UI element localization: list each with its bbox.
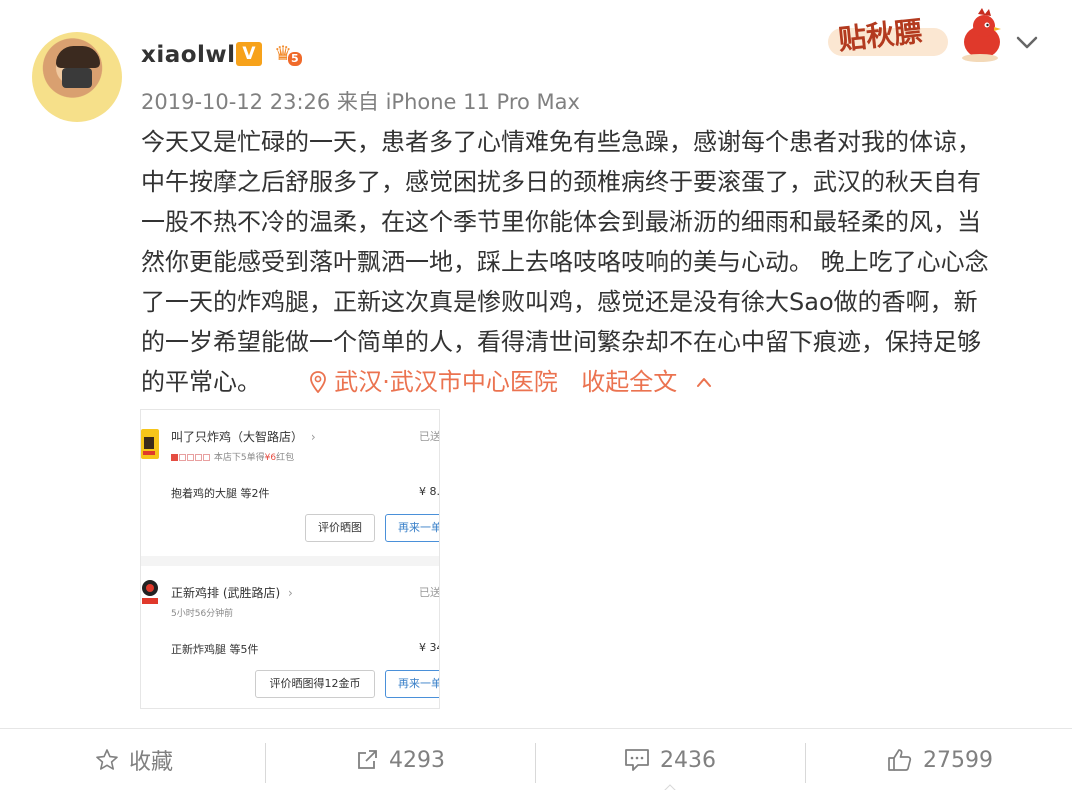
shop-name-text: 正新鸡排 (武胜路店) (171, 586, 281, 600)
content-line: 的一岁希望能做一个简单的人，看得清世间繁杂却不在心中留下痕迹，保持足够 (141, 328, 981, 356)
share-icon (358, 750, 377, 769)
avatar-hair (56, 46, 100, 68)
rooster-icon (962, 8, 1001, 62)
content-line: 然你更能感受到落叶飘洒一地，踩上去咯吱咯吱响的美与心动。 晚上吃了心心念 (141, 248, 989, 276)
content-line: 了一天的炸鸡腿，正新这次真是惨败叫鸡，感觉还是没有徐大Sao做的香啊，新 (141, 288, 978, 316)
promo-tail: 红包 (276, 453, 295, 463)
order-price: ¥ 34 (419, 641, 439, 654)
promo-text: 本店下5单得 (213, 453, 265, 463)
shop-promo: 本店下5单得¥6红包 (171, 450, 294, 464)
avatar-camera (62, 68, 92, 88)
location-pin-icon (310, 371, 327, 393)
content-line: 中午按摩之后舒服多了，感觉困扰多日的颈椎病终于要滚蛋了，武汉的秋天自有 (141, 168, 981, 196)
avatar[interactable] (32, 32, 122, 122)
content-line-end: 的平常心。 (141, 368, 261, 396)
post-image[interactable]: 叫了只炸鸡（大智路店） › 已送 本店下5单得¥6红包 抱着鸡的大腿 等2件 ¥… (140, 409, 440, 709)
order-status: 已送 (419, 586, 440, 599)
like-button[interactable]: 27599 (806, 729, 1072, 790)
card-divider (141, 556, 439, 566)
post-content: 今天又是忙碌的一天，患者多了心情难免有些急躁，感谢每个患者对我的体谅， 中午按摩… (141, 122, 1041, 402)
order-items: 抱着鸡的大腿 等2件 (171, 487, 270, 500)
vip-badge[interactable]: V (236, 42, 262, 66)
content-last-line: 的平常心。 武汉·武汉市中心医院 收起全文 (141, 362, 1041, 402)
shop-logo-icon (142, 580, 158, 604)
order-status: 已送 (419, 430, 440, 443)
post-meta: 2019-10-12 23:26 来自 iPhone 11 Pro Max (141, 90, 580, 114)
shop-name[interactable]: 正新鸡排 (武胜路店) › (171, 584, 293, 601)
favorite-label: 收藏 (128, 750, 173, 775)
comment-count: 2436 (660, 747, 716, 773)
promo-amount: ¥6 (264, 453, 277, 463)
rating-dots (171, 454, 211, 464)
collapse-link[interactable]: 收起全文 (581, 368, 677, 396)
location-link[interactable]: 武汉·武汉市中心医院 (334, 368, 558, 396)
repost-count: 4293 (389, 747, 445, 773)
username[interactable]: xiaolwl (141, 42, 236, 68)
favorite-button[interactable]: 收藏 (0, 729, 268, 790)
reorder-button: 再来一单 (385, 670, 439, 698)
action-bar: 收藏 4293 2436 27599 (0, 728, 1072, 790)
comment-button[interactable]: 2436 (536, 729, 804, 790)
repost-button[interactable]: 4293 (266, 729, 534, 790)
chevron-up-icon[interactable] (695, 375, 713, 389)
reorder-button: 再来一单 (385, 514, 439, 542)
shop-logo-icon (141, 429, 159, 459)
chevron-right-icon: › (288, 586, 293, 600)
shop-name[interactable]: 叫了只炸鸡（大智路店） › (171, 428, 316, 445)
thumbs-up-icon (888, 749, 912, 771)
caret-up-icon (664, 784, 676, 790)
decor-stamp: 贴秋膘 (828, 4, 1008, 68)
review-button: 评价晒图得12金币 (255, 670, 375, 698)
comment-icon (625, 749, 649, 771)
order-card: 正新鸡排 (武胜路店) › 已送 5小时56分钟前 正新炸鸡腿 等5件 ¥ 34… (141, 566, 440, 708)
weibo-post: xiaolwl V ♛ 5 2019-10-12 23:26 来自 iPhone… (0, 0, 1072, 790)
order-items: 正新炸鸡腿 等5件 (171, 643, 259, 656)
star-icon (96, 749, 118, 770)
content-line: 一股不热不冷的温柔，在这个季节里你能体会到最淅沥的细雨和最轻柔的风，当 (141, 208, 981, 236)
level-number: 5 (288, 52, 302, 66)
shop-name-text: 叫了只炸鸡（大智路店） (171, 430, 304, 444)
like-count: 27599 (923, 747, 993, 773)
level-badge[interactable]: ♛ 5 (274, 42, 304, 68)
order-price: ¥ 8. (419, 485, 440, 498)
review-button: 评价晒图 (305, 514, 375, 542)
content-line: 今天又是忙碌的一天，患者多了心情难免有些急躁，感谢每个患者对我的体谅， (141, 128, 981, 156)
order-time: 5小时56分钟前 (171, 609, 234, 619)
chevron-right-icon: › (310, 430, 316, 444)
chevron-down-icon[interactable] (1014, 30, 1040, 54)
order-card: 叫了只炸鸡（大智路店） › 已送 本店下5单得¥6红包 抱着鸡的大腿 等2件 ¥… (141, 410, 440, 556)
